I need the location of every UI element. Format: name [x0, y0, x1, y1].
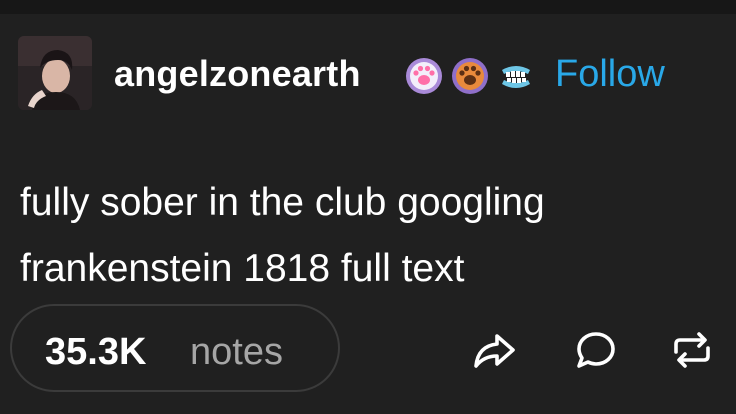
- notes-label: notes: [190, 331, 283, 373]
- top-strip: [0, 0, 736, 14]
- notes-count: 35.3K: [45, 331, 147, 373]
- reblog-icon[interactable]: [668, 326, 716, 374]
- follow-button[interactable]: Follow: [555, 52, 665, 96]
- post-text-line-2: frankenstein 1818 full text: [20, 247, 465, 290]
- paw-badge-orange-icon[interactable]: [450, 56, 490, 96]
- username-link[interactable]: angelzonearth: [114, 52, 361, 96]
- avatar-image: [18, 36, 92, 110]
- teeth-badge-icon[interactable]: [496, 56, 536, 96]
- share-icon[interactable]: [470, 326, 518, 374]
- avatar[interactable]: [18, 36, 92, 110]
- reply-icon[interactable]: [572, 326, 620, 374]
- post-body: fully sober in the club googling franken…: [20, 170, 720, 302]
- paw-badge-purple-icon[interactable]: [404, 56, 444, 96]
- post-text-line-1: fully sober in the club googling: [20, 181, 545, 224]
